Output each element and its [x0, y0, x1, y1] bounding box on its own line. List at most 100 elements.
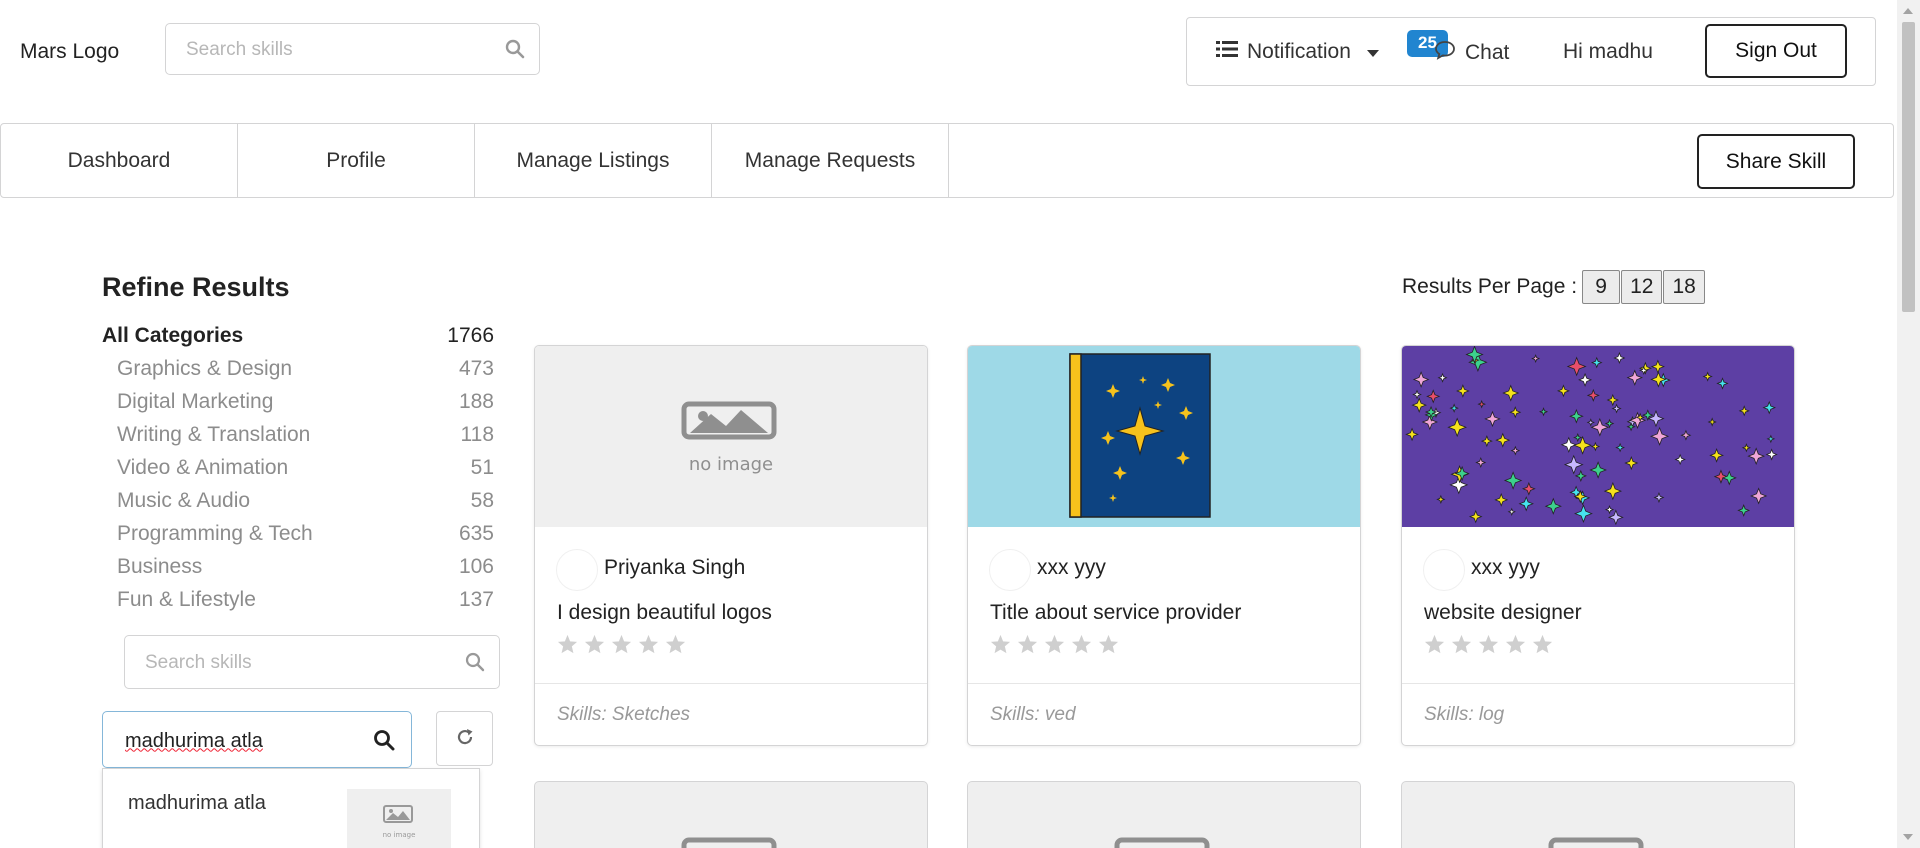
- user-greeting[interactable]: Hi madhu: [1563, 40, 1653, 64]
- card-thumbnail[interactable]: [968, 346, 1360, 527]
- scroll-down-arrow[interactable]: [1903, 834, 1913, 840]
- sparkle: [1586, 418, 1595, 427]
- header-search-input[interactable]: [186, 38, 486, 62]
- star-icon: [1098, 634, 1119, 659]
- tab-manage-requests[interactable]: Manage Requests: [712, 124, 949, 197]
- skill-card[interactable]: xxx yyy Title about service provider Ski…: [967, 345, 1361, 746]
- sparkle: [1721, 470, 1737, 486]
- refresh-button[interactable]: [436, 711, 493, 766]
- skill-card[interactable]: xxx yyy website designer Skills: log: [1401, 345, 1795, 746]
- category-name: All Categories: [102, 324, 244, 347]
- image-placeholder-icon: [681, 837, 777, 848]
- category-all[interactable]: All Categories 1766: [102, 324, 494, 354]
- card-author[interactable]: xxx yyy: [1037, 556, 1106, 580]
- category-name: Graphics & Design: [117, 357, 293, 380]
- page-scrollbar[interactable]: [1897, 0, 1920, 848]
- search-icon[interactable]: [505, 39, 525, 64]
- user-search-input[interactable]: [125, 728, 355, 754]
- list-icon: [1216, 40, 1238, 64]
- avatar[interactable]: [556, 549, 598, 591]
- category-programming-tech[interactable]: Programming & Tech 635: [102, 522, 494, 552]
- per-page-9-button[interactable]: 9: [1582, 270, 1621, 304]
- chat-link[interactable]: Chat: [1434, 40, 1509, 66]
- sparkle: [1766, 434, 1776, 444]
- user-search-box[interactable]: [102, 711, 412, 768]
- avatar[interactable]: [989, 549, 1031, 591]
- search-icon[interactable]: [373, 729, 395, 756]
- sparkle: [1412, 371, 1430, 388]
- category-graphics-design[interactable]: Graphics & Design 473: [102, 357, 494, 387]
- per-page-12-button[interactable]: 12: [1621, 270, 1663, 304]
- sparkle: [1563, 454, 1584, 475]
- results-per-page: Results Per Page : 9 12 18: [1402, 270, 1706, 304]
- sparkle: [1590, 441, 1601, 452]
- skill-card[interactable]: [534, 781, 928, 848]
- skill-card[interactable]: no image Priyanka Singh I design beautif…: [534, 345, 928, 746]
- category-count: 473: [458, 357, 494, 380]
- card-title[interactable]: I design beautiful logos: [557, 601, 772, 625]
- no-image-text: no image: [383, 831, 416, 839]
- sparkle: [1503, 471, 1523, 490]
- sparkle: [1638, 361, 1652, 375]
- sparkle: [1589, 461, 1607, 479]
- notification-label: Notification: [1247, 40, 1351, 63]
- category-video-animation[interactable]: Video & Animation 51: [102, 456, 494, 486]
- sidebar-skill-search[interactable]: [124, 635, 500, 689]
- sparkle: [1405, 427, 1419, 442]
- header-search-box[interactable]: [165, 23, 540, 75]
- category-count: 1766: [447, 324, 494, 347]
- category-digital-marketing[interactable]: Digital Marketing 188: [102, 390, 494, 420]
- card-title[interactable]: Title about service provider: [990, 601, 1241, 625]
- sparkle: [1531, 354, 1541, 364]
- card-thumbnail[interactable]: no image: [535, 346, 927, 527]
- tab-manage-listings[interactable]: Manage Listings: [475, 124, 712, 197]
- card-footer: Skills: ved: [968, 683, 1360, 745]
- per-page-18-button[interactable]: 18: [1663, 270, 1705, 304]
- sparkle: [1573, 432, 1583, 443]
- avatar[interactable]: [1423, 549, 1465, 591]
- skill-card[interactable]: [1401, 781, 1795, 848]
- sparkle: [1613, 351, 1626, 365]
- sparkle: [1412, 389, 1422, 400]
- search-icon[interactable]: [465, 652, 485, 677]
- sparkle: [1578, 372, 1593, 387]
- sparkle: [1477, 399, 1486, 409]
- sparkles-image: [1405, 346, 1778, 526]
- notification-dropdown[interactable]: Notification 25: [1216, 30, 1448, 64]
- sign-out-button[interactable]: Sign Out: [1705, 24, 1847, 78]
- sparkle: [1611, 403, 1622, 414]
- star-icon: [990, 634, 1011, 659]
- star-icon: [557, 634, 578, 659]
- category-count: 635: [458, 522, 494, 545]
- category-music-audio[interactable]: Music & Audio 58: [102, 489, 494, 519]
- share-skill-button[interactable]: Share Skill: [1697, 134, 1855, 189]
- category-count: 51: [470, 456, 494, 479]
- sparkle: [1495, 432, 1511, 448]
- image-placeholder-icon: [383, 805, 413, 823]
- skill-card[interactable]: [967, 781, 1361, 848]
- card-author[interactable]: xxx yyy: [1471, 556, 1540, 580]
- card-author[interactable]: Priyanka Singh: [604, 556, 745, 580]
- category-name: Business: [117, 555, 203, 578]
- tab-dashboard[interactable]: Dashboard: [1, 124, 238, 197]
- category-fun-lifestyle[interactable]: Fun & Lifestyle 137: [102, 588, 494, 618]
- sparkle: [1707, 417, 1717, 427]
- sparkle: [1716, 377, 1729, 390]
- tab-profile[interactable]: Profile: [238, 124, 475, 197]
- sparkle: [1556, 384, 1570, 398]
- category-writing-translation[interactable]: Writing & Translation 118: [102, 423, 494, 453]
- category-count: 137: [458, 588, 494, 611]
- category-business[interactable]: Business 106: [102, 555, 494, 585]
- card-thumbnail[interactable]: [1402, 346, 1794, 527]
- scroll-thumb[interactable]: [1902, 22, 1915, 312]
- sidebar-skill-search-input[interactable]: [145, 651, 445, 675]
- sparkle: [1510, 445, 1521, 456]
- category-name: Fun & Lifestyle: [117, 588, 256, 611]
- logo[interactable]: Mars Logo: [20, 40, 119, 64]
- sparkle: [1507, 507, 1516, 516]
- sparkle: [1615, 442, 1625, 453]
- card-title[interactable]: website designer: [1424, 601, 1582, 625]
- scroll-up-arrow[interactable]: [1903, 8, 1913, 14]
- suggestion-item[interactable]: madhurima atla: [128, 792, 266, 815]
- star-icon: [1044, 634, 1065, 659]
